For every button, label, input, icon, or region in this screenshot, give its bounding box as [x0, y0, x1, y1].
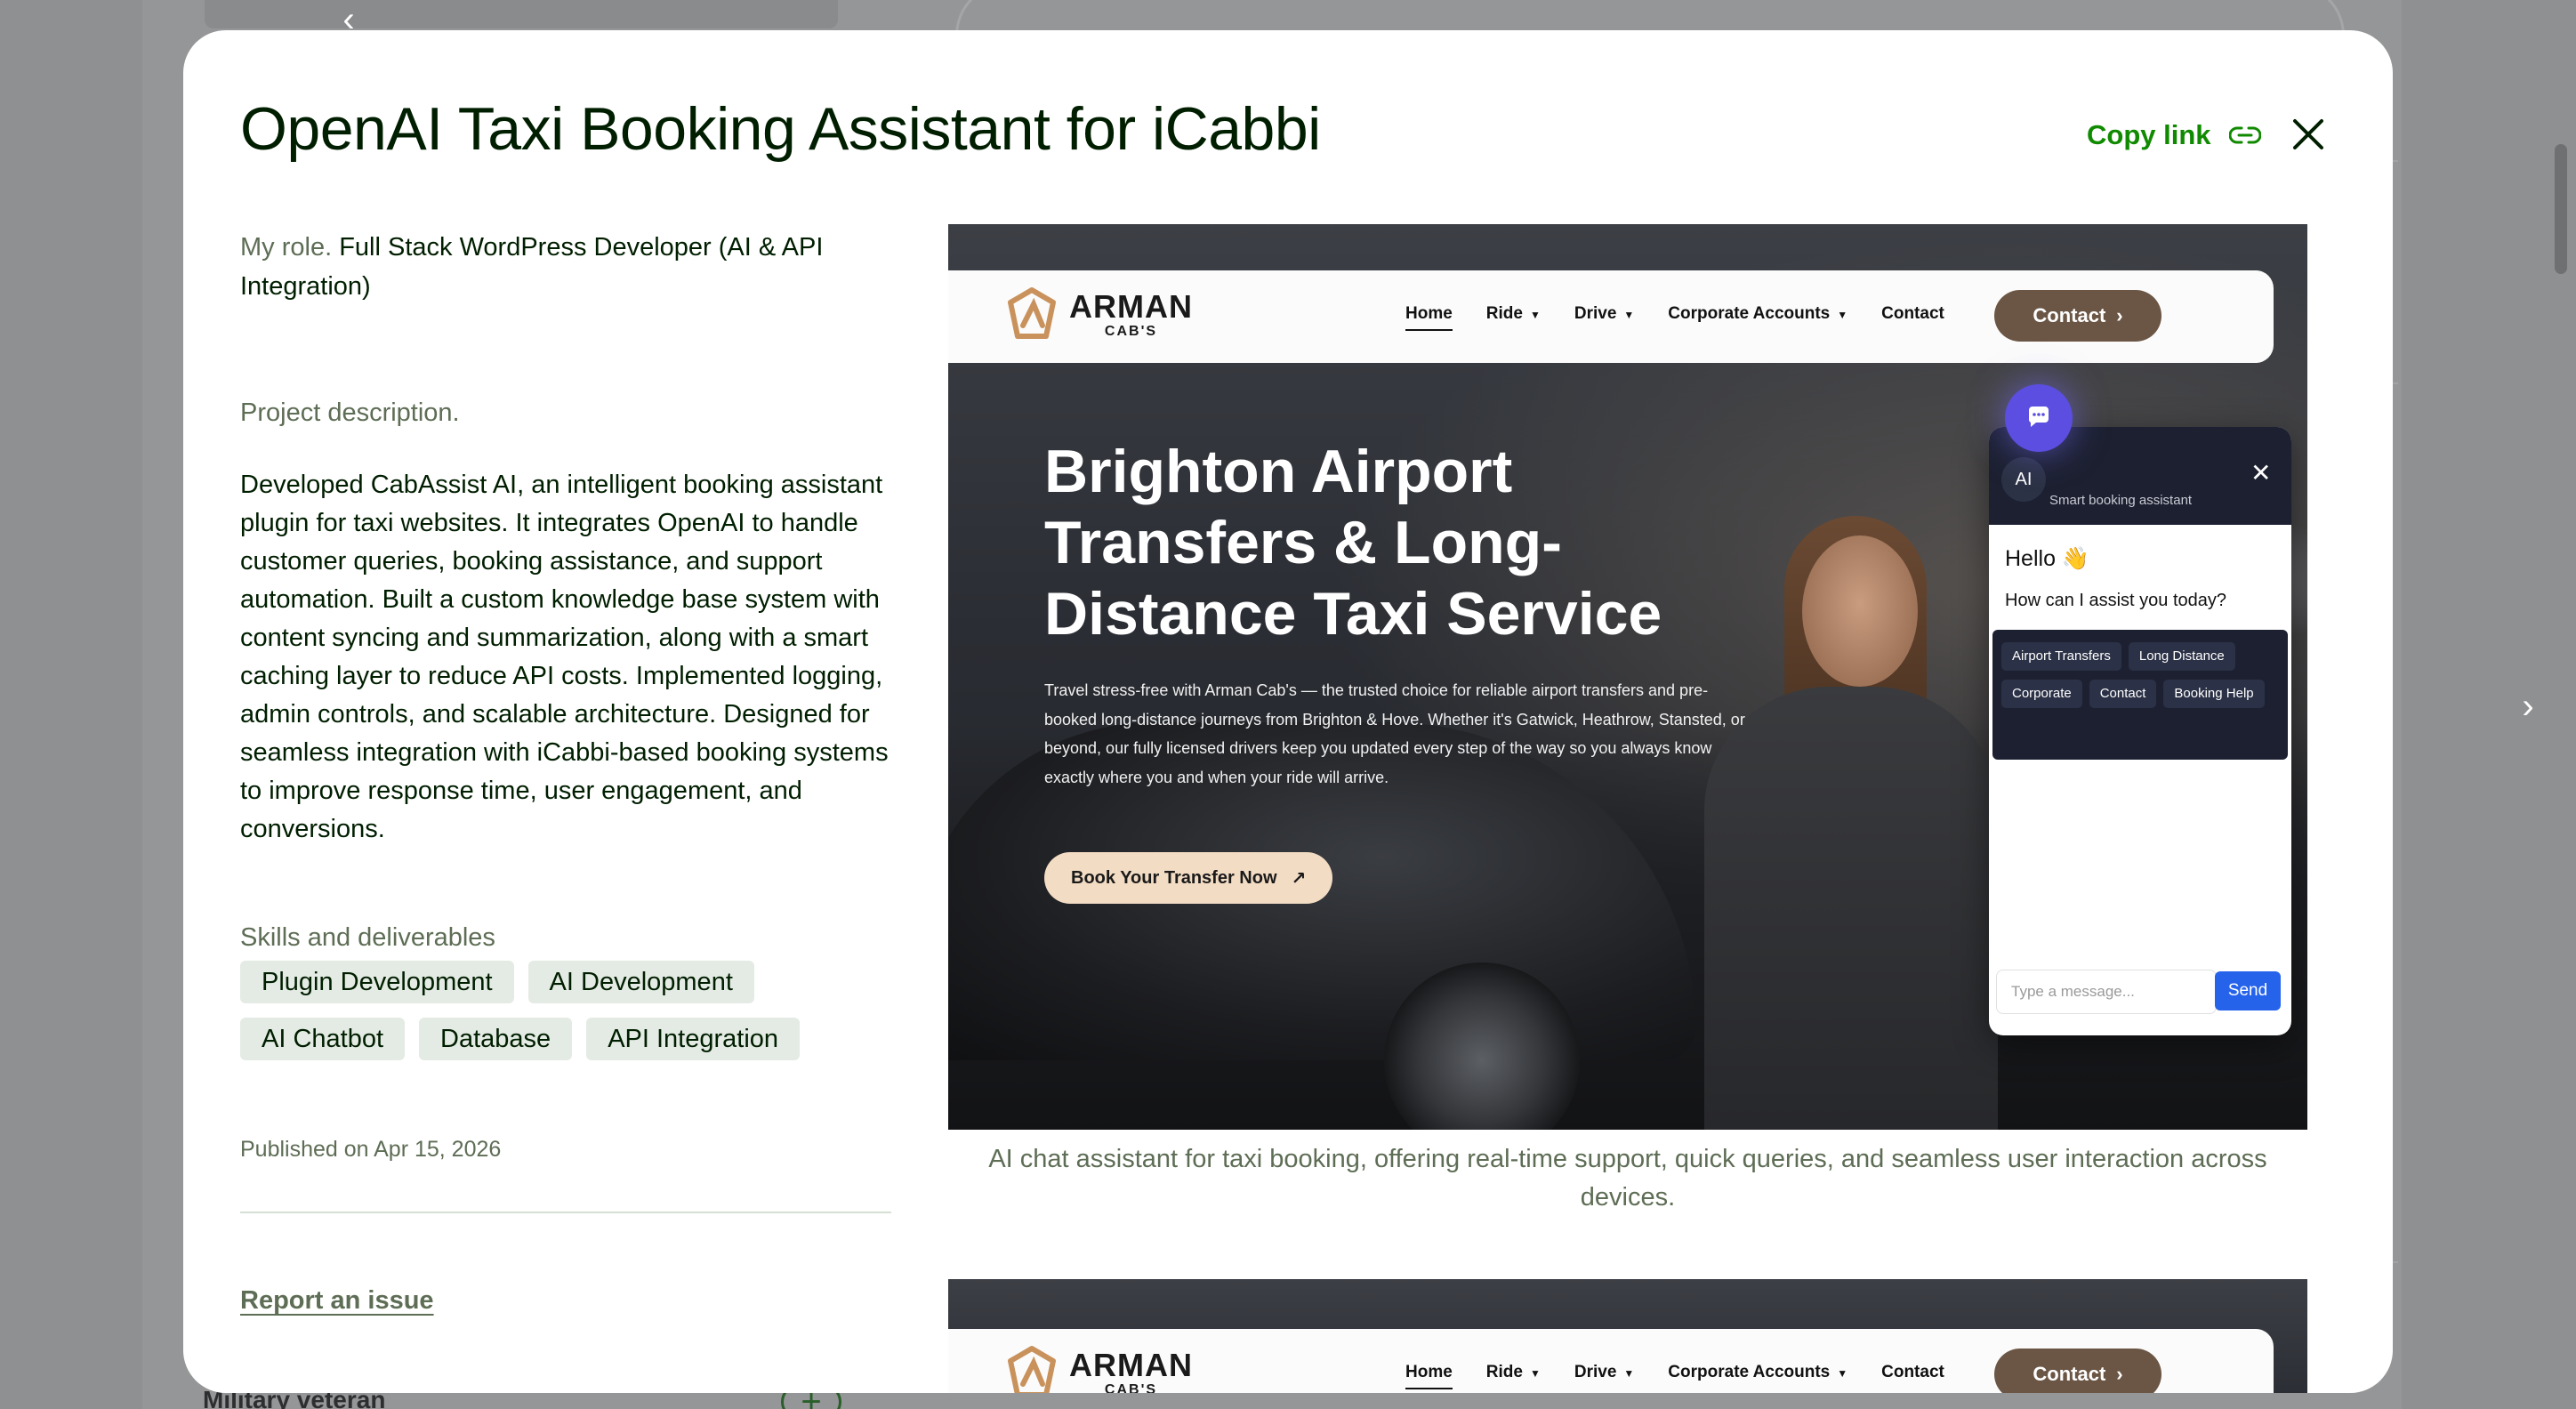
chat-icon — [2028, 407, 2049, 427]
skills-label: Skills and deliverables — [240, 923, 495, 952]
site-contact-label: Contact — [2033, 1363, 2106, 1385]
site-logo[interactable]: ARMAN CAB'S — [1007, 286, 1193, 343]
chevron-right-icon: › — [2116, 1363, 2123, 1385]
quick-reply-button[interactable]: Corporate — [2001, 680, 2082, 708]
site-contact-label: Contact — [2033, 304, 2106, 326]
skill-chip[interactable]: AI Development — [527, 961, 754, 1003]
site-nav-drive[interactable]: Drive ▼ — [1574, 1363, 1634, 1382]
site-nav-drive-label: Drive — [1574, 1363, 1617, 1381]
chat-avatar: AI — [2001, 457, 2046, 502]
logo-icon — [1008, 1346, 1056, 1393]
logo-subtitle: CAB'S — [1104, 324, 1158, 339]
site-nav-home-label: Home — [1405, 304, 1453, 323]
logo-subtitle: CAB'S — [1104, 1382, 1158, 1393]
site-nav-contact-label: Contact — [1881, 304, 1944, 323]
quick-reply-button[interactable]: Airport Transfers — [2001, 642, 2121, 671]
site-nav-home[interactable]: Home — [1405, 304, 1453, 331]
quick-reply-button[interactable]: Booking Help — [2163, 680, 2265, 708]
site-nav-ride[interactable]: Ride ▼ — [1486, 1363, 1541, 1382]
close-modal-button[interactable] — [2284, 110, 2332, 158]
skill-chip[interactable]: AI Chatbot — [240, 1018, 406, 1060]
site-nav-corporate[interactable]: Corporate Accounts ▼ — [1668, 304, 1847, 324]
role-line: My role. Full Stack WordPress Developer … — [240, 228, 898, 306]
site-nav-home[interactable]: Home — [1405, 1363, 1453, 1389]
logo-text: ARMAN CAB'S — [1069, 1347, 1193, 1394]
description-label: Project description. — [240, 399, 460, 427]
quick-reply-button[interactable]: Long Distance — [2128, 642, 2235, 671]
chat-greeting: Hello 👋 — [2005, 546, 2090, 571]
report-issue-link[interactable]: Report an issue — [240, 1286, 434, 1316]
site-contact-button[interactable]: Contact › — [1994, 290, 2161, 342]
divider — [240, 1212, 891, 1213]
caret-down-icon: ▼ — [1623, 1367, 1635, 1380]
book-transfer-button[interactable]: Book Your Transfer Now ↗ — [1044, 852, 1333, 904]
chat-quick-replies: Airport Transfers Long Distance Corporat… — [1992, 630, 2288, 760]
site-nav-home-label: Home — [1405, 1363, 1453, 1381]
next-arrow-icon[interactable]: › — [2510, 687, 2546, 727]
chat-subtitle: Smart booking assistant — [2049, 493, 2193, 508]
site-nav-drive[interactable]: Drive ▼ — [1574, 304, 1634, 324]
chat-message-input[interactable]: Type a message... — [1996, 970, 2217, 1014]
site-logo[interactable]: ARMAN CAB'S — [1007, 1345, 1193, 1393]
skills-list: Plugin Development AI Development AI Cha… — [240, 961, 898, 1060]
site-contact-button[interactable]: Contact › — [1994, 1349, 2161, 1393]
chat-close-icon[interactable]: ✕ — [2250, 461, 2271, 486]
caret-down-icon: ▼ — [1623, 309, 1635, 321]
chat-send-button[interactable]: Send — [2215, 971, 2281, 1010]
project-modal: OpenAI Taxi Booking Assistant for iCabbi… — [183, 30, 2393, 1393]
site-nav-drive-label: Drive — [1574, 304, 1617, 323]
site-nav-links: Home Ride ▼ Drive ▼ Corporate Accounts ▼ Co… — [1405, 304, 1978, 331]
modal-title: OpenAI Taxi Booking Assistant for iCabbi — [240, 95, 1321, 163]
caret-down-icon: ▼ — [1837, 309, 1848, 321]
caret-down-icon: ▼ — [1529, 309, 1541, 321]
chat-widget: AI Smart booking assistant ✕ Hello 👋 How… — [1989, 427, 2291, 1035]
screenshot-caption: AI chat assistant for taxi booking, offe… — [988, 1145, 2267, 1212]
caret-down-icon: ▼ — [1837, 1367, 1848, 1380]
logo-name: ARMAN — [1069, 1347, 1193, 1383]
site-nav-contact-label: Contact — [1881, 1363, 1944, 1381]
copy-link-button[interactable]: Copy link — [2087, 119, 2261, 151]
site-nav-ride[interactable]: Ride ▼ — [1486, 304, 1541, 324]
site-navbar: ARMAN CAB'S Home Ride ▼ Drive ▼ Corporate … — [948, 1329, 2274, 1393]
published-date: Published on Apr 15, 2026 — [240, 1137, 502, 1162]
hero-title: Brighton Airport Transfers & Long-Distan… — [1044, 438, 1662, 648]
link-icon — [2228, 126, 2261, 144]
site-nav-contact[interactable]: Contact — [1881, 1363, 1944, 1382]
project-screenshot[interactable]: ARMAN CAB'S Home Ride ▼ Drive ▼ Corporate … — [948, 224, 2307, 1130]
skill-chip[interactable]: API Integration — [586, 1018, 801, 1060]
project-description: Developed CabAssist AI, an intelligent b… — [240, 471, 889, 843]
site-nav-corporate-label: Corporate Accounts — [1668, 1363, 1831, 1381]
skill-chip[interactable]: Plugin Development — [240, 961, 514, 1003]
site-nav-corporate-label: Corporate Accounts — [1668, 304, 1831, 323]
site-nav-ride-label: Ride — [1485, 1363, 1523, 1381]
hero-body: Travel stress-free with Arman Cab's — th… — [1044, 681, 1745, 786]
copy-link-label: Copy link — [2087, 119, 2211, 150]
site-navbar: ARMAN CAB'S Home Ride ▼ Drive ▼ Corporate … — [948, 270, 2274, 363]
project-screenshot-2[interactable]: ARMAN CAB'S Home Ride ▼ Drive ▼ Corporate … — [948, 1279, 2307, 1393]
person-face-image — [1802, 535, 1918, 687]
book-transfer-label: Book Your Transfer Now — [1071, 867, 1277, 888]
role-label: My role. — [240, 233, 333, 262]
page-scrollbar[interactable] — [2555, 144, 2567, 274]
caret-down-icon: ▼ — [1529, 1367, 1541, 1380]
logo-name: ARMAN — [1069, 288, 1193, 325]
site-nav-ride-label: Ride — [1485, 304, 1523, 323]
site-nav-corporate[interactable]: Corporate Accounts ▼ — [1668, 1363, 1847, 1382]
site-nav-links: Home Ride ▼ Drive ▼ Corporate Accounts ▼ Co… — [1405, 1363, 1978, 1389]
logo-icon — [1008, 287, 1056, 339]
quick-reply-button[interactable]: Contact — [2089, 680, 2157, 708]
arrow-up-right-icon: ↗ — [1291, 868, 1307, 889]
logo-text: ARMAN CAB'S — [1069, 290, 1193, 340]
person-coat-image — [1704, 687, 1998, 1130]
close-icon — [2293, 119, 2323, 149]
skill-chip[interactable]: Database — [419, 1018, 573, 1060]
chat-launcher-button[interactable] — [2005, 384, 2073, 452]
chevron-right-icon: › — [2116, 304, 2123, 326]
chat-prompt: How can I assist you today? — [2005, 591, 2227, 610]
site-nav-contact[interactable]: Contact — [1881, 304, 1944, 324]
